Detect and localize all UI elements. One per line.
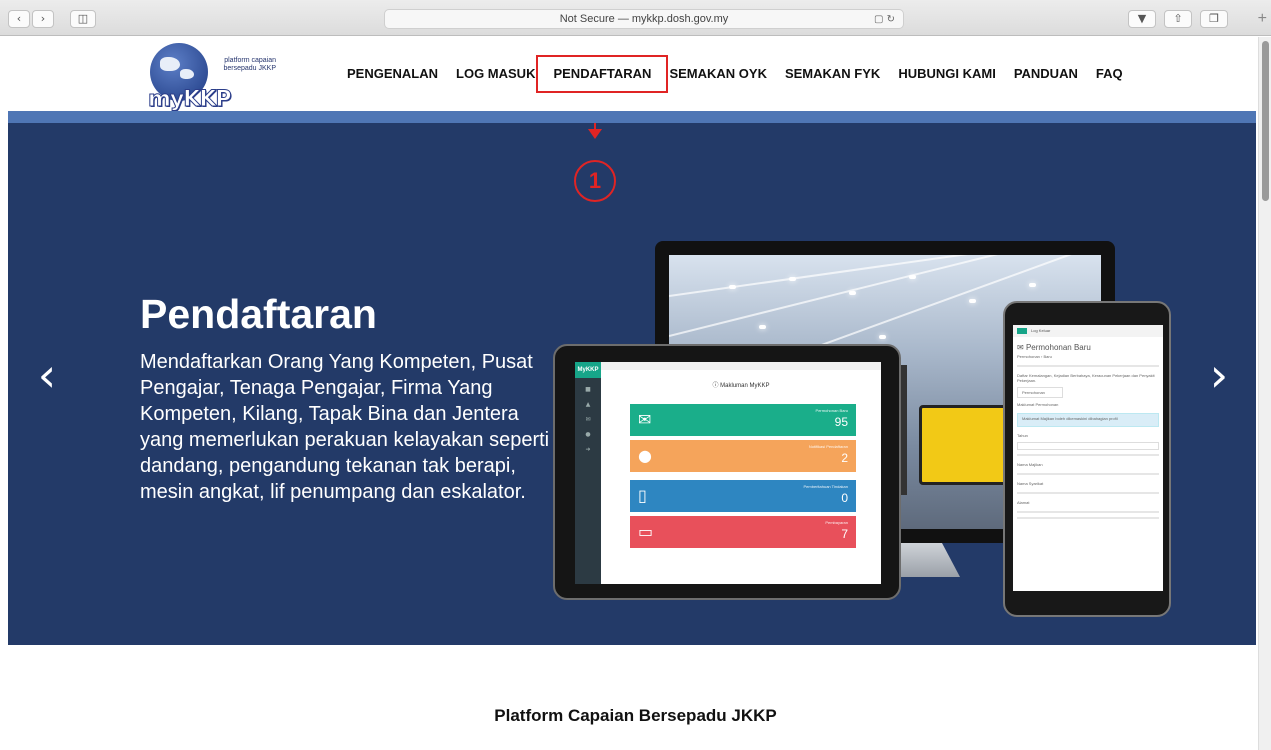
slider-next-icon[interactable]: › [1204,345,1234,405]
annotation-arrowhead [588,129,602,139]
download-icon[interactable]: ▼ [1128,10,1156,28]
nav-hubungi-kami[interactable]: HUBUNGI KAMI [889,63,1005,85]
hero-description: Mendaftarkan Orang Yang Kompeten, Pusat … [140,351,550,503]
tabs-icon[interactable]: ❐ [1200,10,1228,28]
hero-title: Pendaftaran [140,291,377,337]
phone-illustration: Log Keluar ✉ Permohonan Baru Permohonan … [1003,301,1171,617]
tablet-sidebar: MyKKP ■ ▲ ✉ ● ➜ [575,362,601,584]
nav-faq[interactable]: FAQ [1087,63,1132,85]
nav-pendaftaran[interactable]: PENDAFTARAN [536,55,669,93]
share-icon[interactable]: ⇧ [1164,10,1192,28]
annotation-step-number: 1 [574,160,616,202]
nav-log-masuk[interactable]: LOG MASUK [447,63,544,85]
phone-screen: Log Keluar ✉ Permohonan Baru Permohonan … [1013,325,1163,591]
browser-toolbar: ‹ › ◫ Not Secure — mykkp.dosh.gov.my ▢ ↻… [0,0,1271,36]
sidebar-icon[interactable]: ◫ [70,10,96,28]
slider-prev-icon[interactable]: ‹ [32,345,62,405]
card-notifikasi: ● Notifikasi Pendaftaran 2 [630,440,856,472]
nav-pengenalan[interactable]: PENGENALAN [338,63,447,85]
card-pembayaran: ▭ Pembayaran 7 [630,516,856,548]
section-title: Platform Capaian Bersepadu JKKP [494,706,777,725]
forward-icon[interactable]: › [32,10,54,28]
card-permohonan-baru: ✉ Permohonan Baru 95 [630,404,856,436]
document-icon: ▯ [638,486,647,505]
plus-icon[interactable]: + [1258,10,1267,28]
card-pemberitahuan: ▯ Pemberitahuan Tindakan 0 [630,480,856,512]
main-nav: PENGENALAN LOG MASUK PENDAFTARAN SEMAKAN… [338,55,1132,93]
tablet-illustration: MyKKP ■ ▲ ✉ ● ➜ ⓘ Makluman MyKKP ✉ Permo… [553,344,901,600]
logo-tagline: platform capaian bersepadu JKKP [223,57,276,72]
logo-wordmark: myKKP [147,87,231,113]
site-header: platform capaian bersepadu JKKP myKKP PE… [8,37,1256,113]
tablet-title: ⓘ Makluman MyKKP [712,383,770,389]
forklift-image [919,405,1009,485]
user-icon: ● [638,446,652,465]
tablet-screen: MyKKP ■ ▲ ✉ ● ➜ ⓘ Makluman MyKKP ✉ Permo… [575,362,881,584]
url-text: Not Secure — mykkp.dosh.gov.my [559,13,729,25]
tablet-brand: MyKKP [575,362,601,378]
nav-semakan-fyk[interactable]: SEMAKAN FYK [776,63,889,85]
back-icon[interactable]: ‹ [8,10,30,28]
envelope-icon: ✉ [638,410,652,429]
header-divider [8,111,1256,123]
address-bar[interactable]: Not Secure — mykkp.dosh.gov.my ▢ ↻ [384,9,904,29]
reload-icon[interactable]: ↻ [887,14,895,25]
reader-icon[interactable]: ▢ [874,14,883,25]
mykkp-logo[interactable]: platform capaian bersepadu JKKP myKKP [146,41,286,113]
nav-panduan[interactable]: PANDUAN [1005,63,1087,85]
nav-semakan-oyk[interactable]: SEMAKAN OYK [660,63,776,85]
money-icon: ▭ [638,522,654,541]
page-scrollbar[interactable] [1258,37,1271,750]
scrollbar-thumb[interactable] [1262,41,1269,201]
